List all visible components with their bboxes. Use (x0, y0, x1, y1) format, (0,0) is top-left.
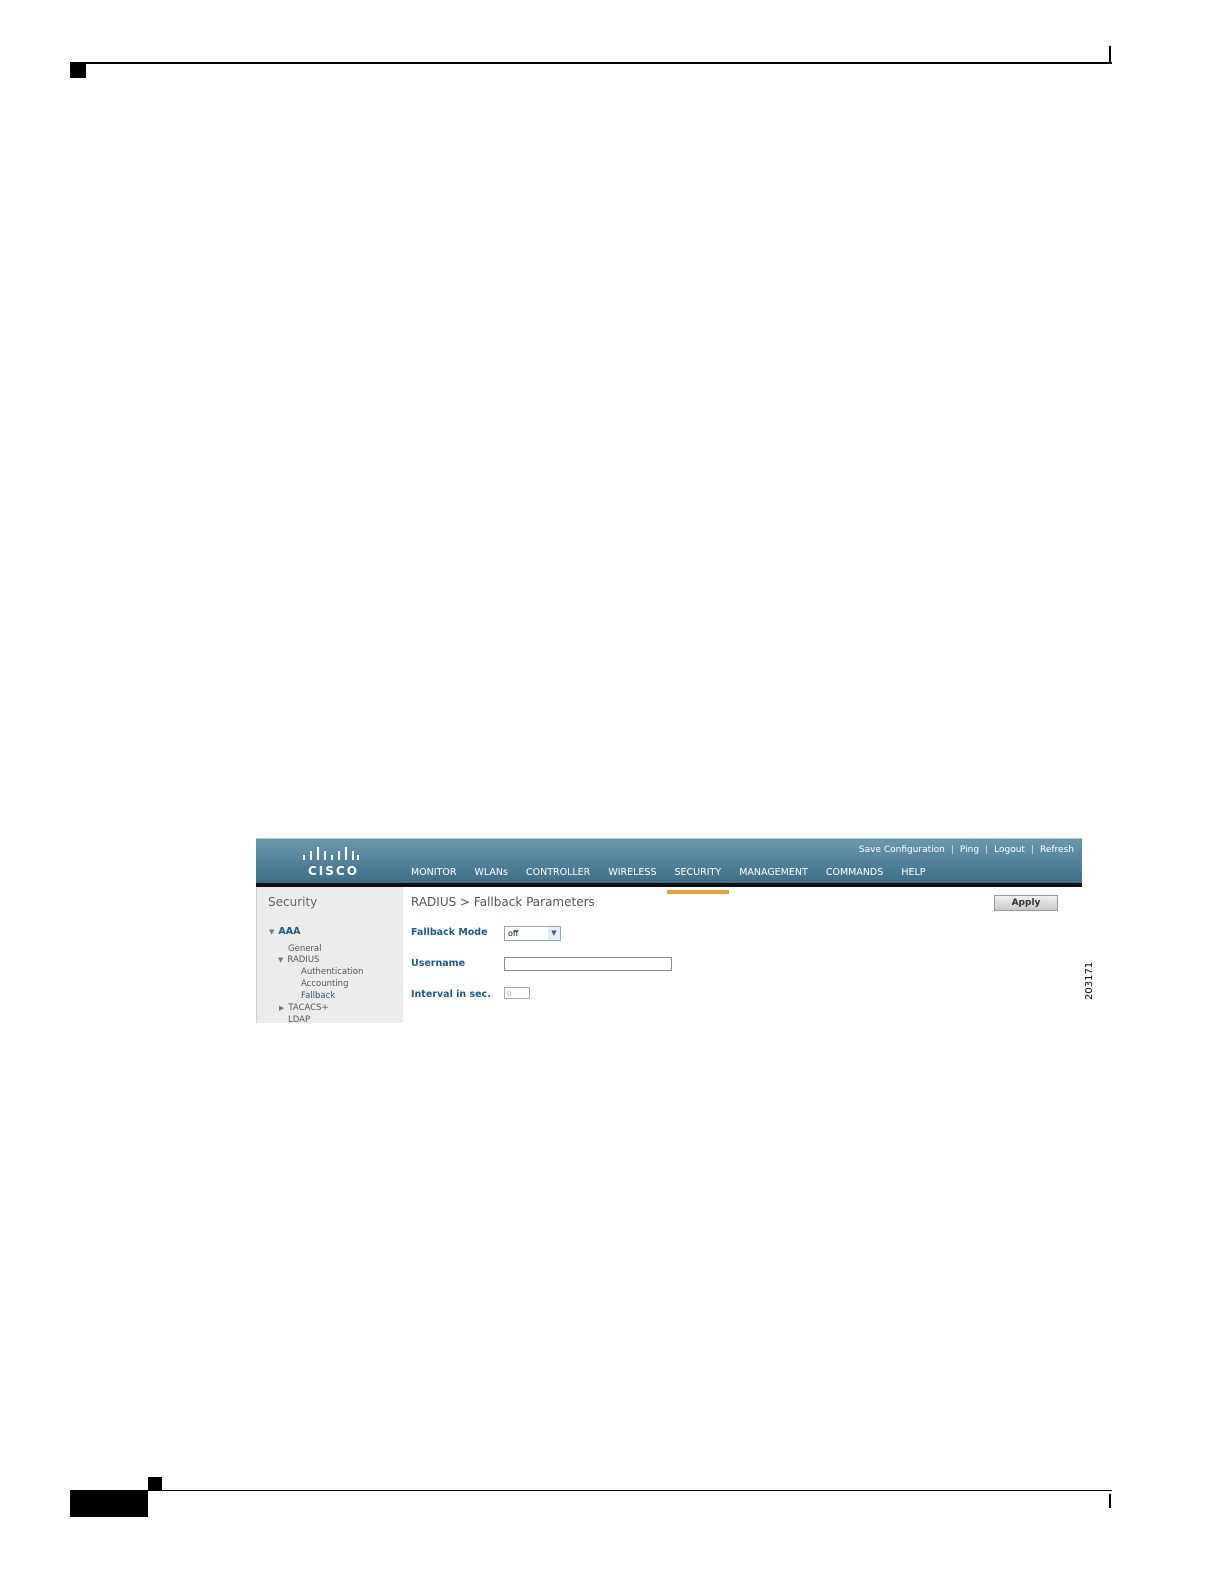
sidebar-item-authentication[interactable]: Authentication (301, 967, 363, 977)
interval-input[interactable]: 0 (504, 987, 530, 999)
cisco-logo-text: CISCO (308, 864, 359, 878)
sidebar-item-fallback[interactable]: Fallback (301, 991, 335, 1001)
sidebar-item-label: AAA (278, 926, 301, 937)
header-rule (70, 62, 1112, 64)
sidebar-item-ldap[interactable]: LDAP (288, 1015, 310, 1023)
sidebar-title: Security (268, 895, 318, 909)
fallback-mode-value: off (508, 929, 519, 938)
save-configuration-link[interactable]: Save Configuration (859, 845, 945, 855)
footer-page-block (70, 1491, 148, 1517)
main-content: RADIUS > Fallback Parameters Apply Fallb… (411, 887, 1071, 1023)
fallback-mode-label: Fallback Mode (411, 927, 488, 938)
nav-wireless[interactable]: WIRELESS (608, 867, 656, 882)
expanded-triangle-icon: ▼ (269, 928, 275, 936)
nav-wlans[interactable]: WLANs (475, 867, 508, 882)
nav-management[interactable]: MANAGEMENT (739, 867, 808, 882)
separator: | (985, 845, 989, 855)
apply-button[interactable]: Apply (994, 895, 1058, 911)
interval-label: Interval in sec. (411, 989, 491, 1000)
sidebar-item-radius[interactable]: ▼ RADIUS (278, 955, 319, 965)
cisco-logo-icon (303, 847, 359, 860)
nav-commands[interactable]: COMMANDS (826, 867, 883, 882)
footer-tick (1109, 1494, 1111, 1508)
footer-rule (70, 1490, 1112, 1491)
username-label: Username (411, 958, 466, 969)
sidebar: Security ▼ AAA General ▼ RADIUS Authentica… (256, 887, 403, 1023)
nav-help[interactable]: HELP (901, 867, 925, 882)
expanded-triangle-icon: ▼ (278, 956, 284, 964)
sidebar-item-general[interactable]: General (288, 944, 322, 954)
collapsed-triangle-icon: ▶ (279, 1004, 285, 1012)
separator: | (1030, 845, 1034, 855)
sidebar-item-label: RADIUS (287, 955, 320, 965)
nav-security[interactable]: SECURITY (666, 867, 729, 894)
sidebar-item-label: TACACS+ (288, 1003, 329, 1013)
footer-marker (148, 1477, 162, 1490)
nav-controller[interactable]: CONTROLLER (526, 867, 590, 882)
top-banner: CISCO Save Configuration | Ping | Logout | Ref… (256, 839, 1082, 894)
refresh-link[interactable]: Refresh (1040, 845, 1074, 855)
username-input[interactable] (504, 957, 672, 971)
header-marker (70, 64, 86, 78)
page-title: RADIUS > Fallback Parameters (411, 895, 595, 909)
figure-number: 203171 (1084, 961, 1095, 1000)
sidebar-item-aaa[interactable]: ▼ AAA (269, 926, 300, 937)
separator: | (950, 845, 954, 855)
fallback-mode-select[interactable]: off ▼ (504, 926, 561, 941)
nav-monitor[interactable]: MONITOR (411, 867, 456, 882)
sidebar-item-tacacs[interactable]: ▶ TACACS+ (279, 1003, 329, 1013)
sidebar-item-accounting[interactable]: Accounting (301, 979, 348, 989)
chevron-down-icon: ▼ (548, 927, 560, 940)
logout-link[interactable]: Logout (994, 845, 1025, 855)
top-links: Save Configuration | Ping | Logout | Refresh (859, 845, 1074, 855)
header-tick (1109, 46, 1111, 64)
main-nav: MONITOR WLANs CONTROLLER WIRELESS SECURI… (411, 867, 941, 894)
ping-link[interactable]: Ping (960, 845, 979, 855)
wlc-screenshot: CISCO Save Configuration | Ping | Logout | Ref… (256, 838, 1082, 1023)
